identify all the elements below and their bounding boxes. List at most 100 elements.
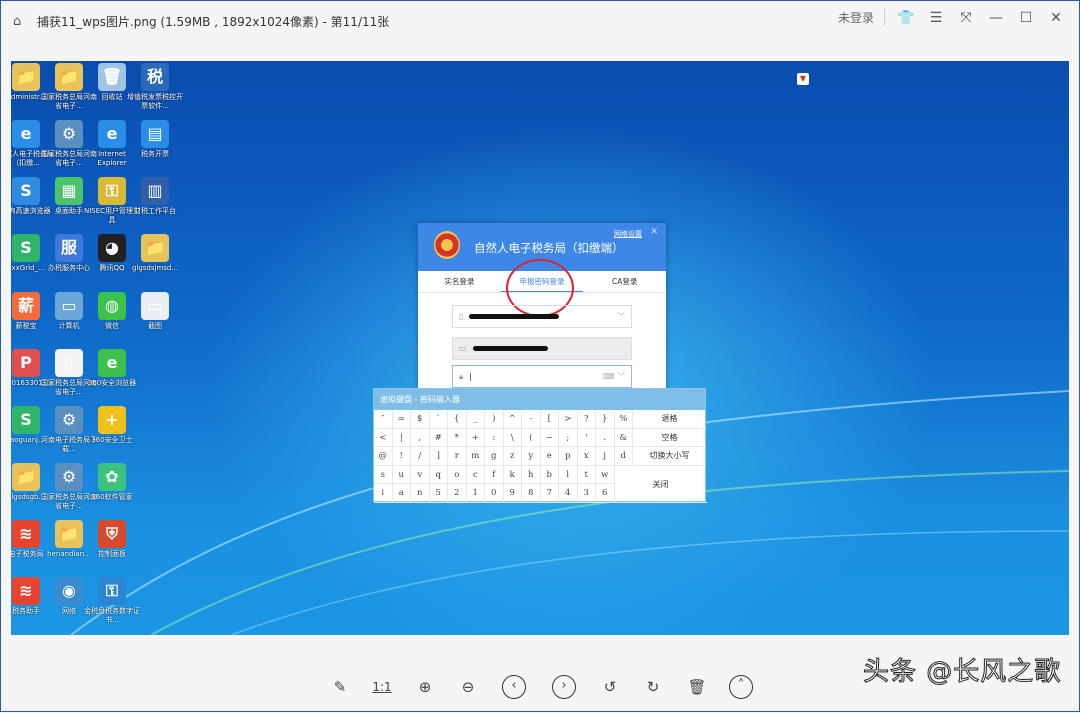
key[interactable]: ]	[430, 447, 449, 466]
key[interactable]: l	[559, 466, 578, 485]
key[interactable]: {	[448, 410, 467, 429]
backspace-key[interactable]: 退格	[633, 410, 706, 429]
previous-icon[interactable]: ‹	[502, 675, 526, 699]
key[interactable]: \	[504, 429, 523, 448]
key[interactable]: :	[485, 429, 504, 448]
key[interactable]: )	[485, 410, 504, 429]
key[interactable]: @	[374, 447, 393, 466]
key[interactable]: ;	[559, 429, 578, 448]
key[interactable]: p	[559, 447, 578, 466]
key[interactable]: 3	[578, 484, 597, 503]
key[interactable]: f	[485, 466, 504, 485]
key[interactable]: o	[448, 466, 467, 485]
password-field[interactable]: 🔒︎|⌨ ﹀	[452, 365, 632, 388]
network-settings-link[interactable]: 网络设置	[614, 229, 642, 239]
key[interactable]: >	[559, 410, 578, 429]
space-key[interactable]: 空格	[633, 429, 706, 448]
shirt-icon[interactable]: 👕	[891, 10, 921, 26]
key[interactable]: m	[467, 447, 486, 466]
key[interactable]: e	[541, 447, 560, 466]
maximize-icon[interactable]: ☐	[1011, 10, 1041, 26]
key[interactable]: y	[522, 447, 541, 466]
key[interactable]: 9	[504, 484, 523, 503]
key[interactable]: x	[578, 447, 597, 466]
key[interactable]: k	[504, 466, 523, 485]
delete-icon[interactable]: 🗑︎	[685, 675, 709, 699]
fullscreen-icon[interactable]: ⤧	[951, 10, 981, 26]
desktop-icon[interactable]: +360安全卫士	[83, 406, 141, 445]
key[interactable]: c	[467, 466, 486, 485]
desktop-icon[interactable]: ⚿金税盘税务数字证书...	[83, 577, 141, 625]
key[interactable]: 2	[448, 484, 467, 503]
tab-ca-login[interactable]: CA登录	[583, 271, 666, 292]
key[interactable]: ,	[411, 429, 430, 448]
key[interactable]: z	[504, 447, 523, 466]
taxpayer-select[interactable]: ▯﹀	[452, 305, 632, 328]
key[interactable]: `	[430, 410, 449, 429]
key[interactable]: -	[522, 410, 541, 429]
key[interactable]: _	[467, 410, 486, 429]
actual-size-button[interactable]: 1:1	[370, 675, 394, 699]
key[interactable]: <	[374, 429, 393, 448]
menu-icon[interactable]: ☰	[921, 10, 951, 26]
key[interactable]: /	[411, 447, 430, 466]
caps-toggle-key[interactable]: 切换大小写	[633, 447, 706, 466]
key[interactable]: [	[541, 410, 560, 429]
key[interactable]: (	[522, 429, 541, 448]
key[interactable]: b	[541, 466, 560, 485]
desktop-icon[interactable]: e360安全浏览器	[83, 349, 141, 388]
key[interactable]: d	[615, 447, 634, 466]
key[interactable]: j	[596, 447, 615, 466]
image-canvas[interactable]: ▼ 📁Administr...e自然人电子税务局（扣缴...S搜狗高速浏览器Sy…	[11, 61, 1069, 635]
key[interactable]: |	[393, 429, 412, 448]
account-field[interactable]: ▭	[452, 337, 632, 360]
key[interactable]: 7	[541, 484, 560, 503]
desktop-icon[interactable]: ⛨控制面板	[83, 520, 141, 559]
rotate-right-icon[interactable]: ↻	[641, 675, 665, 699]
key[interactable]: '	[578, 429, 597, 448]
key[interactable]: t	[578, 466, 597, 485]
key[interactable]: !	[393, 447, 412, 466]
desktop-icon[interactable]: ✿360软件管家	[83, 463, 141, 502]
key[interactable]: r	[448, 447, 467, 466]
key[interactable]: %	[615, 410, 634, 429]
key[interactable]: v	[411, 466, 430, 485]
key[interactable]: 1	[467, 484, 486, 503]
key[interactable]: $	[411, 410, 430, 429]
zoom-out-icon[interactable]: ⊖	[456, 675, 480, 699]
keyboard-icon[interactable]: ⌨ ﹀	[603, 371, 625, 382]
tab-realname-login[interactable]: 实名登录	[418, 271, 501, 292]
desktop-icon[interactable]: ▥财税工作平台	[126, 177, 184, 216]
key[interactable]: ″	[374, 410, 393, 429]
desktop-icon[interactable]: ▭截图	[126, 292, 184, 331]
key[interactable]: g	[485, 447, 504, 466]
key[interactable]: w	[596, 466, 615, 485]
login-link[interactable]: 未登录	[838, 9, 885, 26]
key[interactable]: n	[411, 484, 430, 503]
key[interactable]: }	[596, 410, 615, 429]
key[interactable]: ^	[504, 410, 523, 429]
expand-up-icon[interactable]: ˄	[729, 675, 753, 699]
key[interactable]: 6	[596, 484, 615, 503]
key[interactable]: i	[374, 484, 393, 503]
key[interactable]: *	[448, 429, 467, 448]
key[interactable]: 5	[430, 484, 449, 503]
rotate-left-icon[interactable]: ↺	[598, 675, 622, 699]
close-icon[interactable]: ✕	[650, 227, 658, 237]
key[interactable]: ~	[541, 429, 560, 448]
key[interactable]: #	[430, 429, 449, 448]
edit-icon[interactable]: ✎	[328, 675, 352, 699]
desktop-icon[interactable]: ▤税务开票	[126, 120, 184, 159]
zoom-in-icon[interactable]: ⊕	[413, 675, 437, 699]
key[interactable]: ?	[578, 410, 597, 429]
close-icon[interactable]: ✕	[1041, 10, 1071, 26]
key[interactable]: 8	[522, 484, 541, 503]
desktop-icon[interactable]: 📁glgsdsjmsd...	[126, 234, 184, 273]
key[interactable]: q	[430, 466, 449, 485]
key[interactable]: &	[615, 429, 634, 448]
key[interactable]: h	[522, 466, 541, 485]
minimize-icon[interactable]: —	[981, 10, 1011, 26]
key[interactable]: u	[393, 466, 412, 485]
key[interactable]: 4	[559, 484, 578, 503]
key[interactable]: 0	[485, 484, 504, 503]
